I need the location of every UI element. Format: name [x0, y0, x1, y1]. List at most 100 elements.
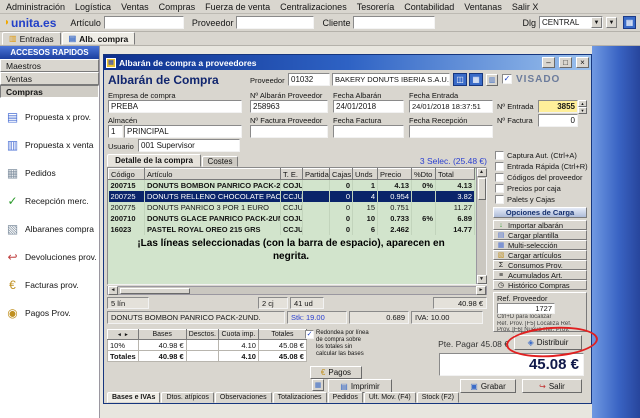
search-icon[interactable]: ◫	[453, 73, 467, 86]
dlg-extra-dropdown-icon[interactable]: ▼	[606, 17, 617, 28]
cliente-input[interactable]	[353, 16, 435, 29]
grabar-button[interactable]: ▣ Grabar	[460, 379, 516, 393]
col-codigo[interactable]: Código	[109, 169, 145, 180]
menu-item-fuerza-de-venta[interactable]: Fuerza de venta	[205, 2, 270, 12]
usuario-field[interactable]: 001 Supervisor	[138, 139, 240, 152]
importar-albaran-button[interactable]: ↓ Importar albarán	[493, 220, 587, 230]
almacen-code-field[interactable]: 1	[108, 125, 123, 138]
checkbox-captura-aut[interactable]: Captura Aut. (Ctrl+A)	[495, 150, 587, 160]
col-unds[interactable]: Unds	[353, 169, 378, 180]
fecha-entrada-field[interactable]: 24/01/2018 18:37:51	[409, 100, 493, 113]
grid-row-selected[interactable]: 200725 DONUTS RELLENO CHOCOLATE PACK-2U …	[109, 191, 475, 202]
tab-pedidos[interactable]: Pedidos	[328, 392, 363, 403]
articulo-input[interactable]	[104, 16, 184, 29]
salir-button[interactable]: ↪ Salir	[522, 379, 582, 393]
menu-item-ventas[interactable]: Ventas	[121, 2, 149, 12]
tab-costes[interactable]: Costes	[202, 156, 238, 167]
acumulados-art-button[interactable]: ≡ Acumulados Art.	[493, 270, 587, 280]
menu-item-compras[interactable]: Compras	[159, 2, 196, 12]
fecha-albaran-field[interactable]: 24/01/2018	[333, 100, 404, 113]
cargar-plantilla-button[interactable]: ▤ Cargar plantilla	[493, 230, 587, 240]
scroll-left-icon[interactable]: ◄	[116, 332, 123, 338]
scrollbar-thumb[interactable]	[120, 288, 190, 294]
menu-item-centralizaciones[interactable]: Centralizaciones	[280, 2, 347, 12]
checkbox-codigos-proveedor[interactable]: Códigos del proveedor	[495, 172, 587, 182]
sidebar-item-pedidos[interactable]: ▦ Pedidos	[0, 159, 99, 187]
albaran-prov-field[interactable]: 258963	[250, 100, 328, 113]
scroll-down-icon[interactable]: ▼	[477, 275, 487, 284]
chevron-down-icon[interactable]: ▼	[591, 17, 602, 28]
sidebar-section-maestros[interactable]: Maestros	[0, 59, 99, 72]
scroll-right-icon[interactable]: ►	[123, 332, 130, 338]
scroll-left-icon[interactable]: ◄	[108, 286, 118, 295]
multi-seleccion-button[interactable]: ▦ Multi-selección	[493, 240, 587, 250]
tab-ult-mov[interactable]: Ult. Mov. (F4)	[364, 392, 416, 403]
checkbox-entrada-rapida[interactable]: Entrada Rápida (Ctrl+R)	[495, 161, 587, 171]
menu-item-ventanas[interactable]: Ventanas	[464, 2, 502, 12]
col-articulo[interactable]: Artículo	[145, 169, 281, 180]
grid-view-icon[interactable]: ▦	[469, 73, 483, 86]
consumos-prov-button[interactable]: Σ Consumos Prov.	[493, 260, 587, 270]
scrollbar-thumb[interactable]	[478, 178, 486, 200]
scroll-up-icon[interactable]: ▲	[477, 168, 487, 177]
menu-item-salir[interactable]: Salir X	[512, 2, 539, 12]
grid-horizontal-scrollbar[interactable]: ◄ ►	[107, 286, 487, 295]
toolbar-app-icon[interactable]: ▦	[623, 16, 636, 29]
sidebar-item-propuesta-venta[interactable]: ▥ Propuesta x venta	[0, 131, 99, 159]
ref-proveedor-input[interactable]: 1727	[497, 303, 555, 314]
grid-vertical-scrollbar[interactable]: ▲ ▼	[476, 168, 486, 284]
tab-detalle-compra[interactable]: Detalle de la compra	[107, 154, 201, 167]
proveedor-input[interactable]	[236, 16, 314, 29]
grid-row[interactable]: 200710 DONUTS GLACE PANRICO PACK-2UND. C…	[109, 213, 475, 224]
tab-totalizaciones[interactable]: Totalizaciones	[273, 392, 327, 403]
sidebar-item-recepcion-merc[interactable]: ✓ Recepción merc.	[0, 187, 99, 215]
proveedor-name-field[interactable]: BAKERY DONUTS IBERIA S.A.U.	[332, 73, 450, 86]
sidebar-item-albaranes-compra[interactable]: ▧ Albaranes compra	[0, 215, 99, 243]
grid-row[interactable]: 16023 PASTEL ROYAL OREO 215 GRS CCJU 0 6…	[109, 224, 475, 235]
pagos-button[interactable]: € Pagos	[310, 366, 362, 379]
col-dto[interactable]: %Dto	[412, 169, 436, 180]
tab-bases-ivas[interactable]: Bases e IVAs	[107, 392, 160, 403]
col-partida[interactable]: Partida	[303, 169, 330, 180]
aux-print-icon[interactable]: ▦	[312, 379, 324, 391]
grid-row[interactable]: 200775 DONUTS PANRICO 3 POR 1 EURO CCJU …	[109, 202, 475, 213]
cargar-articulos-button[interactable]: ▧ Cargar artículos	[493, 250, 587, 260]
distribuir-button[interactable]: ◈ Distribuir	[514, 335, 582, 350]
tab-alb-compra[interactable]: ▤ Alb. compra	[62, 32, 136, 45]
col-total[interactable]: Total	[436, 169, 475, 180]
menu-item-tesoreria[interactable]: Tesorería	[357, 2, 395, 12]
sidebar-item-propuesta-prov[interactable]: ▤ Propuesta x prov.	[0, 103, 99, 131]
imprimir-button[interactable]: ▤ Imprimir	[328, 379, 392, 393]
proveedor-code-field[interactable]: 01032	[288, 73, 330, 86]
sidebar-item-devoluciones-prov[interactable]: ↩ Devoluciones prov.	[0, 243, 99, 271]
maximize-button[interactable]: □	[559, 57, 572, 68]
empresa-field[interactable]: PREBA	[108, 100, 242, 113]
col-precio[interactable]: Precio	[378, 169, 412, 180]
factura-prov-field[interactable]	[250, 125, 328, 138]
redondea-checkbox[interactable]: ✓ Redondea por línea de compra sobre los…	[305, 330, 369, 358]
minimize-button[interactable]: –	[542, 57, 555, 68]
fecha-recepcion-field[interactable]	[409, 125, 493, 138]
menu-item-contabilidad[interactable]: Contabilidad	[404, 2, 454, 12]
col-te[interactable]: T. E.	[281, 169, 303, 180]
tab-entradas[interactable]: ▥ Entradas	[2, 32, 61, 45]
scroll-right-icon[interactable]: ►	[476, 286, 486, 295]
sidebar-item-pagos-prov[interactable]: ◉ Pagos Prov.	[0, 299, 99, 327]
dlg-select[interactable]: CENTRAL ▼	[539, 16, 603, 29]
checkbox-palets-cajas[interactable]: Palets y Cajas	[495, 194, 587, 204]
sidebar-item-facturas-prov[interactable]: € Facturas prov.	[0, 271, 99, 299]
historico-compras-button[interactable]: ◷ Histórico Compras	[493, 280, 587, 290]
menu-item-administracion[interactable]: Administración	[6, 2, 65, 12]
checkbox-precios-caja[interactable]: Precios por caja	[495, 183, 587, 193]
totals-nav-cell[interactable]: ◄►	[108, 330, 139, 340]
col-cajas[interactable]: Cajas	[330, 169, 353, 180]
sidebar-section-ventas[interactable]: Ventas	[0, 72, 99, 85]
close-button[interactable]: ×	[576, 57, 589, 68]
tab-dtos-atipicos[interactable]: Dtos. atípicos	[161, 392, 213, 403]
window-titlebar[interactable]: ▦ Albarán de compra a proveedores – □ ×	[104, 55, 591, 70]
almacen-name-field[interactable]: PRINCIPAL	[124, 125, 242, 138]
tab-observaciones[interactable]: Observaciones	[215, 392, 272, 403]
menu-item-logistica[interactable]: Logística	[75, 2, 111, 12]
sidebar-section-compras[interactable]: Compras	[0, 85, 99, 98]
tab-stock[interactable]: Stock (F2)	[417, 392, 459, 403]
